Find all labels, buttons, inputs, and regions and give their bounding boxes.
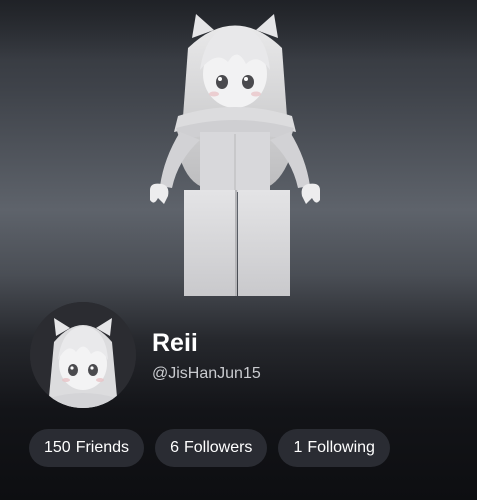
- social-stats: 150 Friends 6 Followers 1 Following: [29, 429, 390, 467]
- username: @JisHanJun15: [152, 365, 261, 382]
- avatar-headshot[interactable]: [30, 302, 136, 408]
- avatar-full-body: [140, 8, 330, 300]
- profile-names: Reii @JisHanJun15: [152, 328, 261, 384]
- following-count: 1: [293, 439, 303, 456]
- profile-screen: Reii @JisHanJun15 150 Friends 6 Follower…: [0, 0, 477, 500]
- profile-header: Reii @JisHanJun15: [30, 302, 450, 412]
- followers-count: 6: [170, 439, 179, 456]
- following-button[interactable]: 1 Following: [278, 429, 390, 467]
- following-label: Following: [307, 439, 375, 456]
- followers-label: Followers: [183, 439, 253, 456]
- friends-button[interactable]: 150 Friends: [29, 429, 145, 467]
- friends-count: 150: [44, 439, 71, 456]
- friends-label: Friends: [75, 439, 130, 456]
- display-name: Reii: [152, 329, 198, 357]
- followers-button[interactable]: 6 Followers: [155, 429, 268, 467]
